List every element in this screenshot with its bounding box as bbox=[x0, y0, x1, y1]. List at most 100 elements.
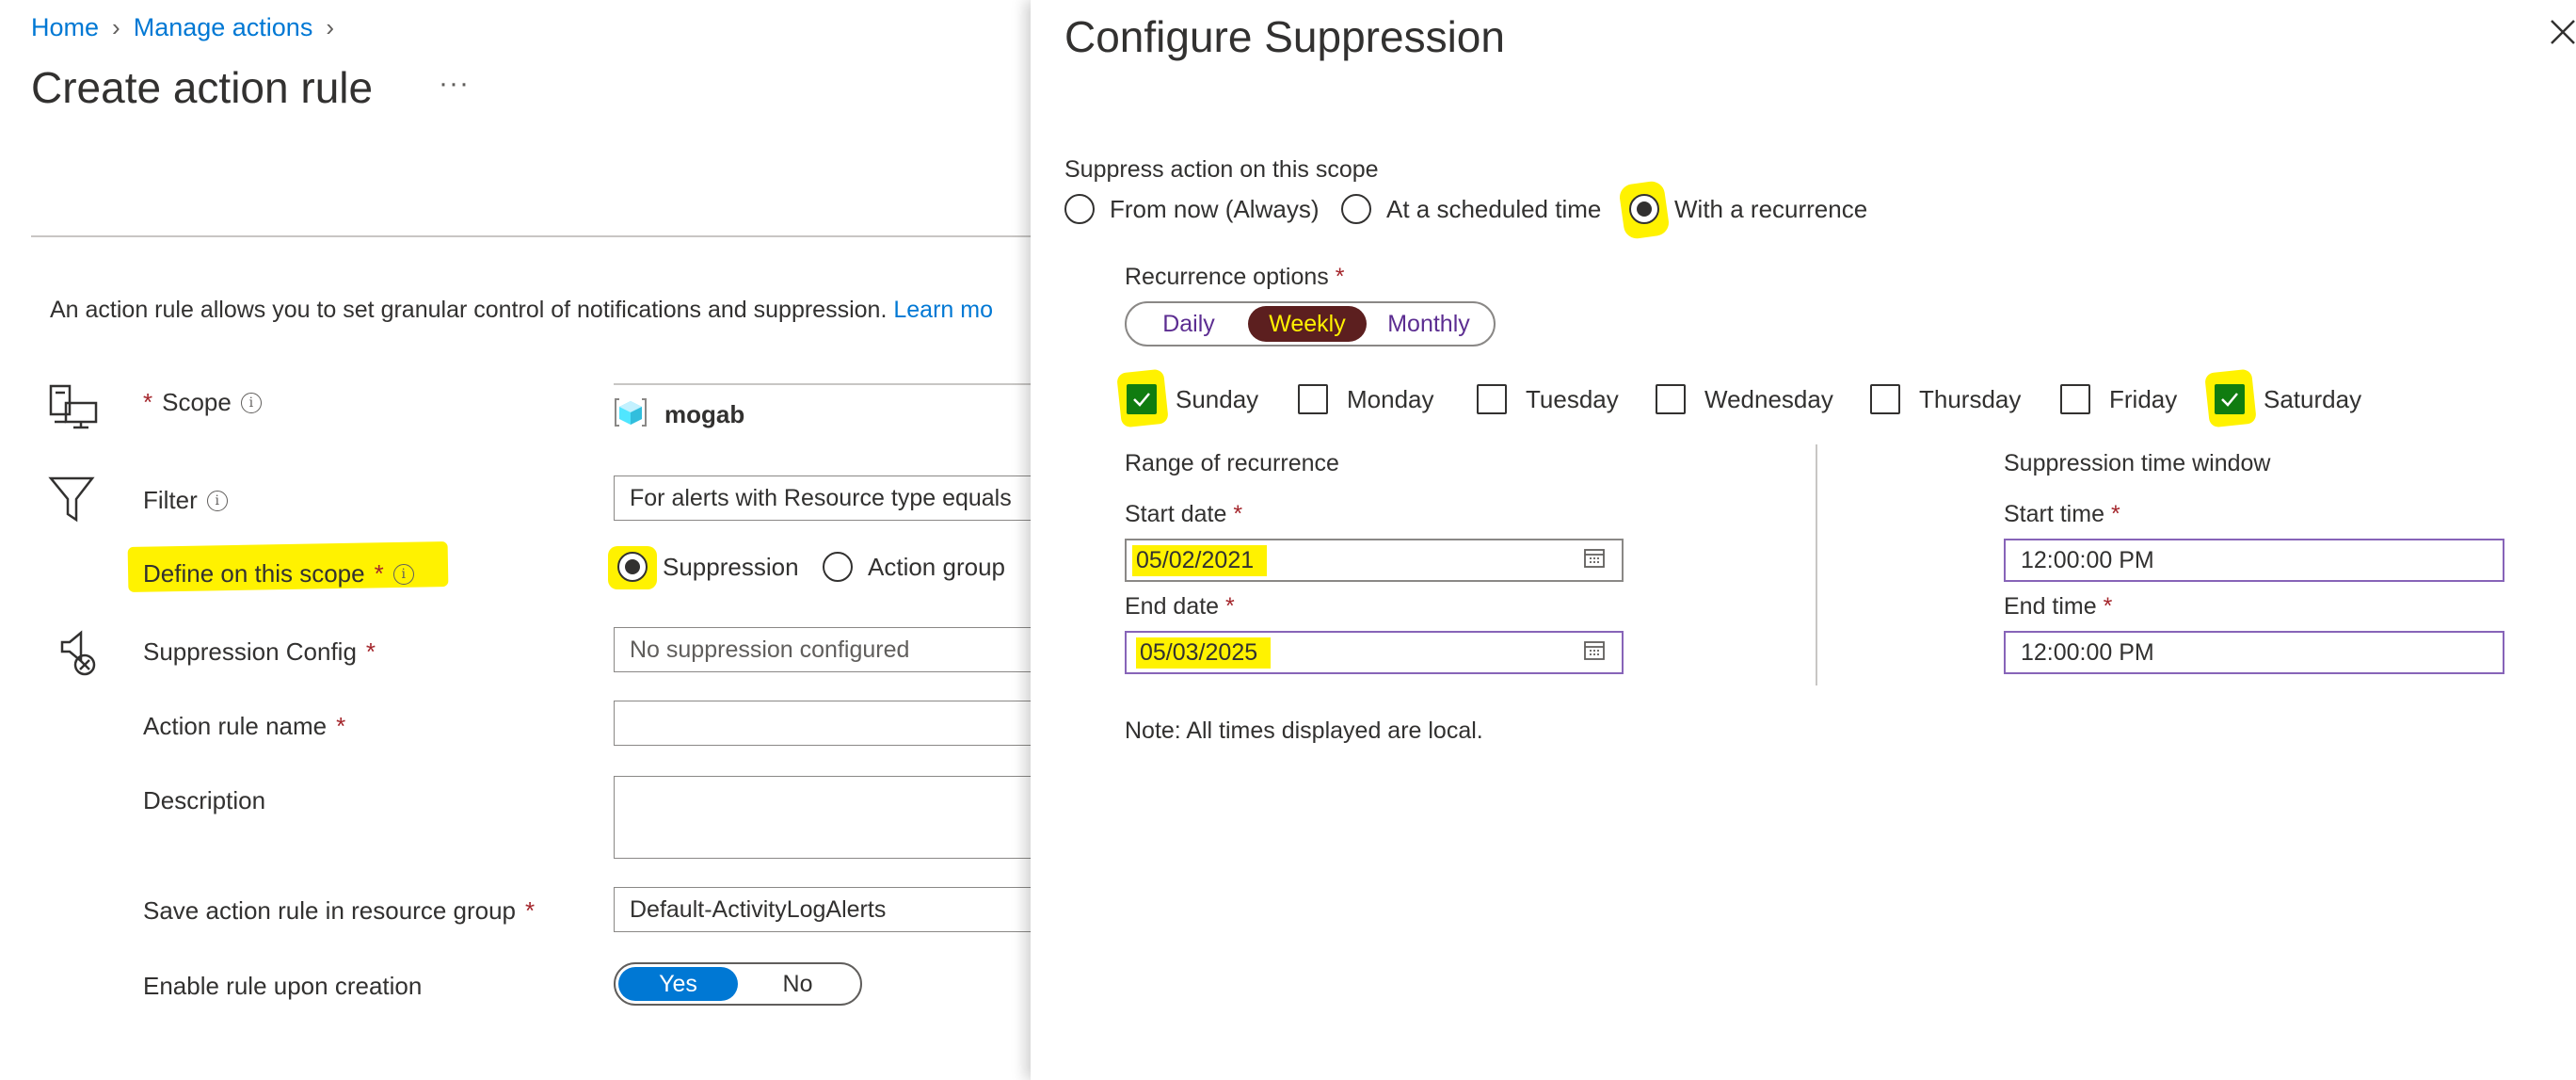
day-wednesday[interactable]: Wednesday bbox=[1656, 384, 1833, 414]
chevron-right-icon: › bbox=[326, 13, 334, 41]
required-marker: * bbox=[365, 637, 376, 666]
day-monday-label: Monday bbox=[1347, 384, 1434, 413]
scope-label-text: Scope bbox=[162, 388, 232, 416]
recurrence-daily[interactable]: Daily bbox=[1129, 306, 1248, 342]
radio-suppression[interactable]: Suppression bbox=[617, 552, 799, 582]
panel-title: Configure Suppression bbox=[1064, 12, 1505, 61]
day-sunday-label: Sunday bbox=[1176, 384, 1259, 413]
action-rule-name-input[interactable] bbox=[614, 701, 1031, 746]
define-scope-label-text: Define on this scope bbox=[143, 559, 365, 588]
radio-with-recurrence[interactable]: With a recurrence bbox=[1629, 194, 1867, 224]
filter-label: Filter i bbox=[143, 486, 228, 515]
breadcrumb-home-link[interactable]: Home bbox=[31, 13, 99, 42]
radio-button[interactable] bbox=[1341, 194, 1371, 224]
radio-button[interactable] bbox=[823, 552, 853, 582]
radio-button-selected[interactable] bbox=[617, 552, 648, 582]
resource-group-dropdown[interactable]: Default-ActivityLogAlerts bbox=[614, 887, 1031, 932]
breadcrumb: Home › Manage actions › bbox=[31, 13, 334, 42]
recurrence-monthly[interactable]: Monthly bbox=[1367, 306, 1491, 342]
start-date-label-text: Start date bbox=[1125, 501, 1227, 527]
day-friday-label: Friday bbox=[2109, 384, 2178, 413]
filter-label-text: Filter bbox=[143, 486, 198, 514]
radio-scheduled-time[interactable]: At a scheduled time bbox=[1341, 194, 1601, 224]
breadcrumb-manage-actions-link[interactable]: Manage actions bbox=[134, 13, 313, 42]
close-icon[interactable] bbox=[2546, 15, 2576, 47]
required-marker: * bbox=[2110, 501, 2120, 527]
resource-group-label-text: Save action rule in resource group bbox=[143, 896, 517, 925]
info-icon[interactable]: i bbox=[392, 563, 414, 585]
checkbox[interactable] bbox=[1870, 384, 1900, 414]
scope-value[interactable]: mogab bbox=[614, 395, 744, 434]
configure-suppression-panel: Configure Suppression Suppress action on… bbox=[1031, 0, 2576, 1080]
intro-text: An action rule allows you to set granula… bbox=[50, 297, 993, 324]
start-time-label: Start time * bbox=[2004, 501, 2120, 528]
scope-value-text: mogab bbox=[664, 400, 745, 428]
end-time-input[interactable]: 12:00:00 PM bbox=[2004, 631, 2504, 674]
filter-field[interactable]: For alerts with Resource type equals bbox=[614, 476, 1031, 521]
day-tuesday[interactable]: Tuesday bbox=[1477, 384, 1619, 414]
calendar-icon[interactable] bbox=[1582, 545, 1607, 576]
day-friday[interactable]: Friday bbox=[2060, 384, 2177, 414]
checkbox-checked[interactable] bbox=[1127, 384, 1157, 414]
filter-icon bbox=[45, 471, 102, 527]
radio-from-now-label: From now (Always) bbox=[1110, 194, 1320, 223]
recurrence-options-segmented[interactable]: Daily Weekly Monthly bbox=[1125, 301, 1496, 347]
required-marker: * bbox=[336, 712, 346, 740]
intro-description: An action rule allows you to set granula… bbox=[50, 297, 888, 323]
suppression-config-label: Suppression Config * bbox=[143, 637, 376, 667]
end-date-input[interactable]: 05/03/2025 bbox=[1125, 631, 1624, 674]
info-icon[interactable]: i bbox=[240, 392, 262, 413]
description-textarea[interactable] bbox=[614, 776, 1031, 859]
required-marker: * bbox=[1233, 501, 1243, 527]
checkbox[interactable] bbox=[1656, 384, 1686, 414]
divider bbox=[31, 235, 1031, 237]
required-marker: * bbox=[374, 559, 384, 588]
suppress-scope-label: Suppress action on this scope bbox=[1064, 156, 1379, 183]
radio-button[interactable] bbox=[1064, 194, 1095, 224]
chevron-right-icon: › bbox=[112, 13, 120, 41]
learn-more-link[interactable]: Learn mo bbox=[893, 297, 993, 323]
create-action-rule-blade: Home › Manage actions › Create action ru… bbox=[0, 0, 1031, 1080]
toggle-yes[interactable]: Yes bbox=[618, 967, 738, 1001]
checkbox-checked[interactable] bbox=[2215, 384, 2245, 414]
radio-suppression-label: Suppression bbox=[663, 552, 799, 581]
suppression-config-field[interactable]: No suppression configured bbox=[614, 627, 1031, 672]
day-sunday[interactable]: Sunday bbox=[1127, 384, 1258, 414]
end-date-label: End date * bbox=[1125, 593, 1235, 621]
day-thursday[interactable]: Thursday bbox=[1870, 384, 2021, 414]
end-time-label-text: End time bbox=[2004, 593, 2097, 620]
checkbox[interactable] bbox=[1298, 384, 1328, 414]
start-date-value: 05/02/2021 bbox=[1132, 544, 1268, 576]
checkbox[interactable] bbox=[1477, 384, 1507, 414]
day-monday[interactable]: Monday bbox=[1298, 384, 1434, 414]
day-wednesday-label: Wednesday bbox=[1704, 384, 1833, 413]
radio-from-now[interactable]: From now (Always) bbox=[1064, 194, 1319, 224]
description-label: Description bbox=[143, 786, 266, 814]
calendar-icon[interactable] bbox=[1582, 637, 1607, 669]
radio-button-selected[interactable] bbox=[1629, 194, 1659, 224]
page-title: Create action rule bbox=[31, 63, 374, 112]
end-date-value: 05/03/2025 bbox=[1136, 637, 1272, 669]
start-time-input[interactable]: 12:00:00 PM bbox=[2004, 539, 2504, 582]
suppression-config-label-text: Suppression Config bbox=[143, 637, 357, 666]
end-time-label: End time * bbox=[2004, 593, 2112, 621]
action-rule-name-label: Action rule name * bbox=[143, 712, 345, 741]
radio-action-group[interactable]: Action group bbox=[823, 552, 1005, 582]
suppression-icon bbox=[56, 629, 113, 685]
radio-scheduled-time-label: At a scheduled time bbox=[1386, 194, 1602, 223]
resource-group-icon bbox=[614, 395, 648, 434]
required-marker: * bbox=[1225, 593, 1235, 620]
required-marker: * bbox=[2103, 593, 2113, 620]
day-saturday[interactable]: Saturday bbox=[2215, 384, 2361, 414]
radio-with-recurrence-label: With a recurrence bbox=[1674, 194, 1868, 223]
required-marker: * bbox=[143, 388, 153, 416]
scope-label: * Scope i bbox=[143, 388, 262, 417]
info-icon[interactable]: i bbox=[206, 490, 228, 511]
more-options-button[interactable]: ··· bbox=[439, 68, 470, 100]
start-date-input[interactable]: 05/02/2021 bbox=[1125, 539, 1624, 582]
required-marker: * bbox=[1335, 264, 1345, 290]
toggle-no[interactable]: No bbox=[738, 967, 857, 1001]
recurrence-weekly[interactable]: Weekly bbox=[1248, 306, 1367, 342]
enable-rule-toggle[interactable]: Yes No bbox=[614, 962, 862, 1006]
checkbox[interactable] bbox=[2060, 384, 2090, 414]
